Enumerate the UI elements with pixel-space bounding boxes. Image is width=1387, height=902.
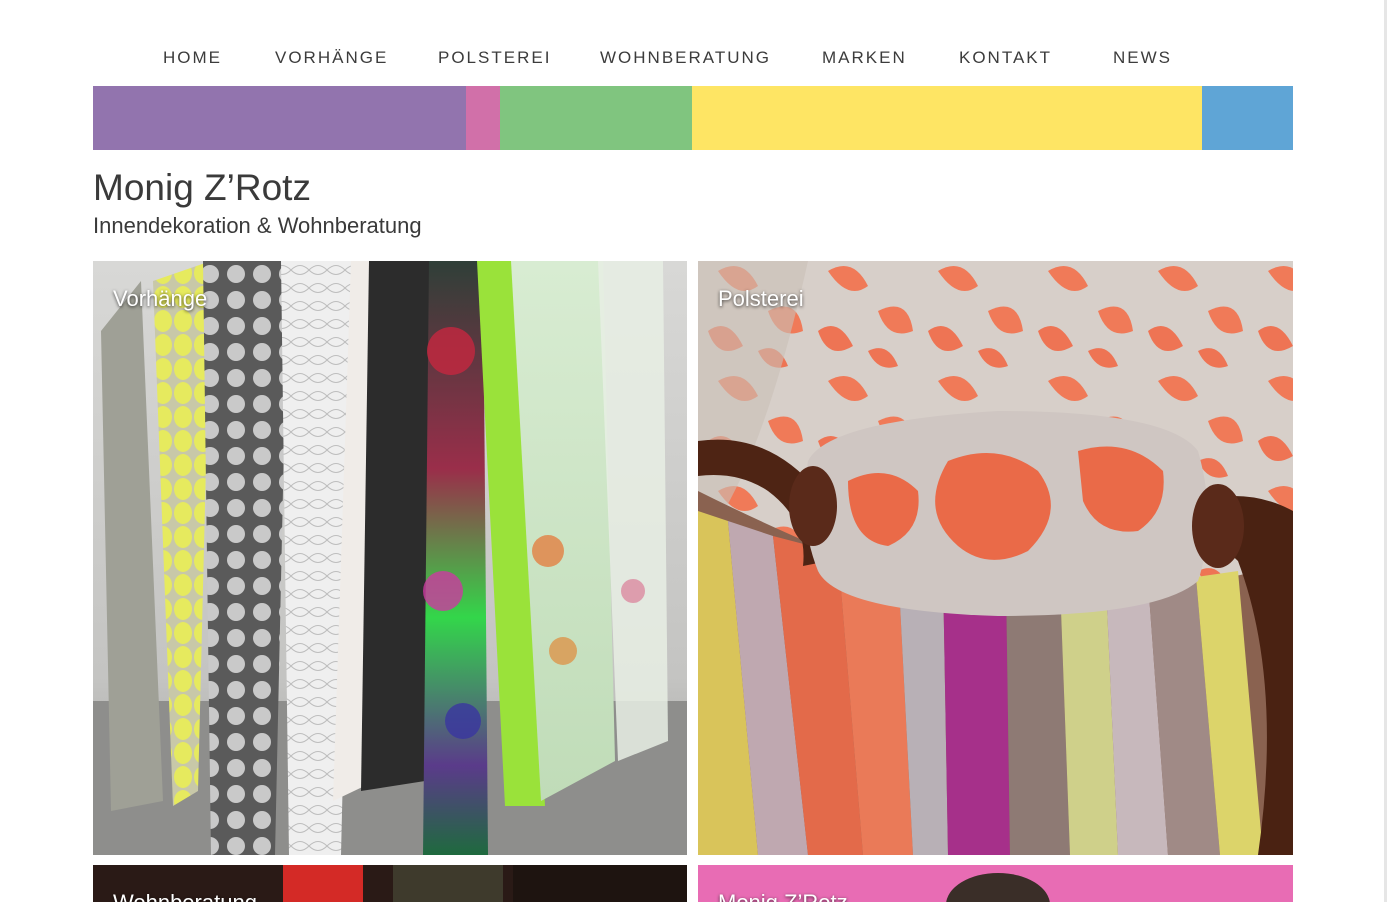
tile-label: Vorhänge — [113, 286, 208, 311]
nav-item-marken[interactable]: MARKEN — [822, 47, 907, 69]
tile-label: Wohnberatung — [113, 889, 257, 902]
band-segment-blue — [1202, 86, 1293, 150]
color-band — [93, 86, 1293, 150]
tile-polsterei[interactable]: Polsterei — [698, 261, 1293, 855]
nav-item-news[interactable]: NEWS — [1113, 47, 1172, 69]
tile-monig-zrotz[interactable]: Monig Z’Rotz — [698, 865, 1293, 902]
armchair-photo — [698, 261, 1293, 855]
nav-item-polsterei[interactable]: POLSTEREI — [438, 47, 551, 69]
tile-vorhaenge[interactable]: Vorhänge — [93, 261, 687, 855]
nav-item-vorhaenge[interactable]: VORHÄNGE — [275, 47, 388, 69]
site-subtitle: Innendekoration & Wohnberatung — [93, 213, 422, 238]
nav-item-kontakt[interactable]: KONTAKT — [959, 47, 1052, 69]
band-segment-green — [500, 86, 692, 150]
tile-wohnberatung[interactable]: Wohnberatung — [93, 865, 687, 902]
band-segment-yellow — [692, 86, 1202, 150]
nav-item-home[interactable]: HOME — [163, 47, 222, 69]
tile-label: Polsterei — [718, 286, 804, 311]
curtains-photo — [93, 261, 687, 855]
band-segment-purple — [93, 86, 466, 150]
band-segment-pink — [466, 86, 500, 150]
tile-label: Monig Z’Rotz — [718, 889, 848, 902]
site-title: Monig Z’Rotz — [93, 167, 311, 208]
nav-item-wohnberatung[interactable]: WOHNBERATUNG — [600, 47, 771, 69]
main-navigation: HOME VORHÄNGE POLSTEREI WOHNBERATUNG MAR… — [0, 0, 1384, 86]
